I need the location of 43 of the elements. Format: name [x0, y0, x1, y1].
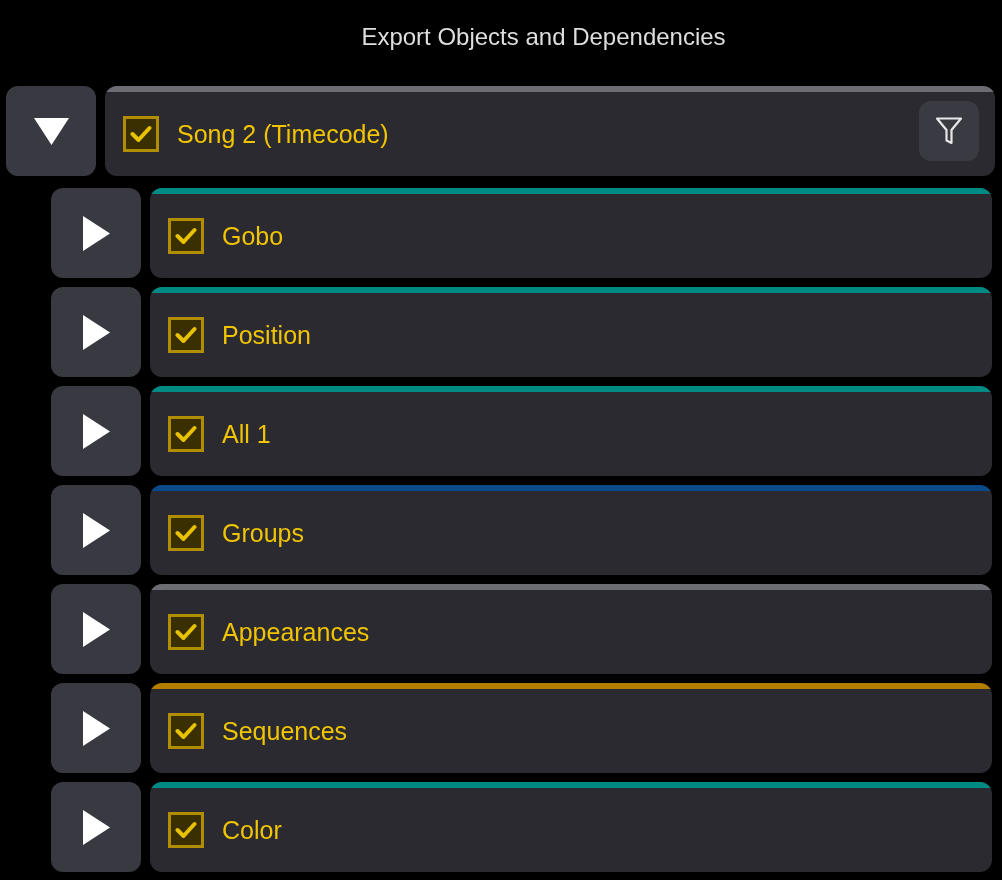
checkbox[interactable] [168, 614, 204, 650]
expand-toggle-button[interactable] [51, 584, 141, 674]
item-label: Groups [222, 518, 305, 548]
check-icon [175, 524, 197, 542]
item-label: Sequences [222, 716, 349, 746]
check-icon [175, 425, 197, 443]
filter-button[interactable] [919, 101, 979, 161]
check-icon [175, 623, 197, 641]
item-label: Song 2 (Timecode) [177, 119, 390, 149]
expand-toggle-button[interactable] [51, 683, 141, 773]
check-icon [175, 821, 197, 839]
item-label: Appearances [222, 617, 371, 647]
checkbox[interactable] [168, 812, 204, 848]
expand-toggle-button[interactable] [51, 782, 141, 872]
item-label: Gobo [222, 221, 285, 251]
triangle-right-icon [82, 512, 110, 548]
triangle-right-icon [82, 809, 110, 845]
expand-toggle-button[interactable] [51, 188, 141, 278]
expand-toggle-button[interactable] [51, 386, 141, 476]
expand-toggle-button[interactable] [51, 485, 141, 575]
triangle-right-icon [82, 710, 110, 746]
check-icon [175, 227, 197, 245]
triangle-right-icon [82, 314, 110, 350]
triangle-down-icon [33, 117, 69, 145]
checkbox[interactable] [123, 116, 159, 152]
item-label: Position [222, 320, 312, 350]
item-label: Color [222, 815, 283, 845]
triangle-right-icon [82, 413, 110, 449]
checkbox[interactable] [168, 317, 204, 353]
check-icon [175, 326, 197, 344]
checkbox[interactable] [168, 218, 204, 254]
checkbox[interactable] [168, 515, 204, 551]
checkbox[interactable] [168, 416, 204, 452]
expand-toggle-button[interactable] [6, 86, 96, 176]
checkbox[interactable] [168, 713, 204, 749]
item-label: All 1 [222, 419, 272, 449]
expand-toggle-button[interactable] [51, 287, 141, 377]
triangle-right-icon [82, 215, 110, 251]
check-icon [175, 722, 197, 740]
filter-icon [935, 116, 963, 146]
check-icon [130, 125, 152, 143]
triangle-right-icon [82, 611, 110, 647]
dialog-title: Export Objects and Dependencies [360, 22, 727, 52]
